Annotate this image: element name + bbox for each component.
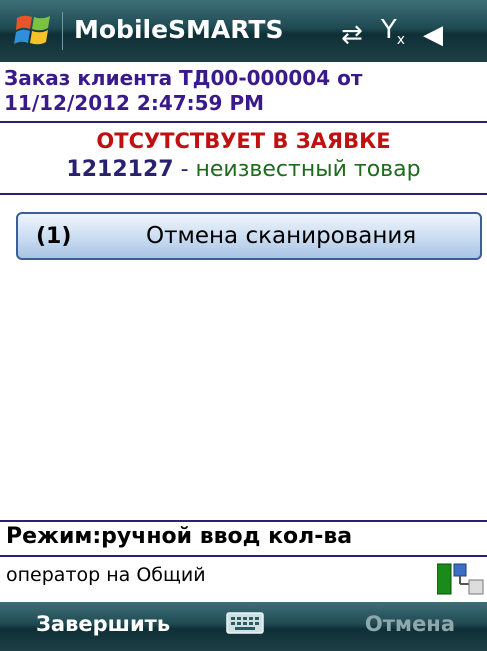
operator-label: оператор на Общий — [6, 564, 206, 586]
title-separator — [62, 12, 63, 50]
divider — [0, 555, 487, 557]
item-code: 1212127 — [66, 157, 174, 182]
cancel-softkey[interactable]: Отмена — [365, 612, 455, 636]
item-description: неизвестный товар — [195, 157, 421, 182]
item-separator: - — [180, 157, 189, 182]
keyboard-icon[interactable] — [226, 612, 264, 634]
network-status-icon[interactable] — [437, 562, 487, 596]
order-title: Заказ клиента ТД00-000004 от 11/12/2012 … — [4, 66, 363, 115]
button-label: Отмена сканирования — [146, 223, 417, 249]
cancel-scan-button[interactable]: (1) Отмена сканирования — [16, 212, 482, 260]
app-title: MobileSMARTS — [74, 15, 284, 44]
signal-off-icon[interactable]: Yx — [381, 14, 405, 56]
divider — [0, 520, 487, 522]
sync-icon[interactable]: ⇄ — [341, 19, 363, 51]
title-bar: MobileSMARTS ⇄ Yx ◀︎ — [0, 0, 487, 62]
divider — [0, 121, 487, 123]
status-icons: ⇄ Yx ◀︎ — [341, 14, 443, 56]
volume-icon[interactable]: ◀︎ — [423, 19, 443, 51]
item-line: 1212127 - неизвестный товар — [0, 157, 487, 182]
missing-status: ОТСУТСТВУЕТ В ЗАЯВКЕ — [96, 129, 391, 153]
button-number: (1) — [36, 223, 72, 249]
finish-softkey[interactable]: Завершить — [36, 612, 170, 636]
input-mode-label: Режим:ручной ввод кол-ва — [6, 524, 353, 549]
divider — [0, 193, 487, 195]
windows-logo-icon[interactable] — [14, 12, 54, 50]
